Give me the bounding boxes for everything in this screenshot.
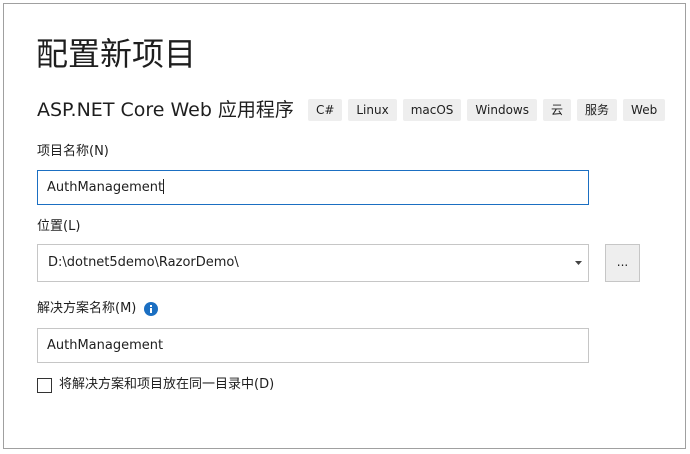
template-tag: 云: [543, 99, 572, 121]
browse-button[interactable]: ...: [605, 244, 640, 282]
same-directory-option[interactable]: 将解决方案和项目放在同一目录中(D): [37, 376, 274, 394]
text-caret: [163, 179, 165, 194]
location-combobox[interactable]: D:\dotnet5demo\RazorDemo\: [37, 244, 589, 282]
template-header: ASP.NET Core Web 应用程序 C# Linux macOS Win…: [37, 98, 671, 122]
solution-name-input[interactable]: AuthManagement: [37, 328, 589, 363]
template-tag: 服务: [577, 99, 618, 121]
location-label: 位置(L): [37, 219, 81, 234]
project-name-input[interactable]: AuthManagement: [37, 170, 589, 205]
template-tag: Linux: [348, 99, 397, 121]
solution-name-label: 解决方案名称(M): [37, 301, 137, 316]
project-name-value: AuthManagement: [47, 180, 164, 195]
template-tag: Windows: [467, 99, 537, 121]
info-icon[interactable]: [144, 302, 159, 316]
template-tag: Web: [623, 99, 666, 121]
solution-name-label-row: 解决方案名称(M): [37, 300, 159, 318]
solution-name-value: AuthManagement: [47, 338, 164, 353]
template-tag: macOS: [402, 99, 462, 121]
chevron-down-icon[interactable]: [572, 245, 584, 281]
project-name-label: 项目名称(N): [37, 144, 109, 159]
location-value: D:\dotnet5demo\RazorDemo\: [48, 255, 239, 270]
page-title: 配置新项目: [36, 35, 197, 73]
template-name: ASP.NET Core Web 应用程序: [37, 99, 294, 121]
same-directory-checkbox[interactable]: [37, 377, 52, 393]
template-tag: C#: [307, 99, 343, 121]
same-directory-label: 将解决方案和项目放在同一目录中(D): [59, 377, 275, 392]
